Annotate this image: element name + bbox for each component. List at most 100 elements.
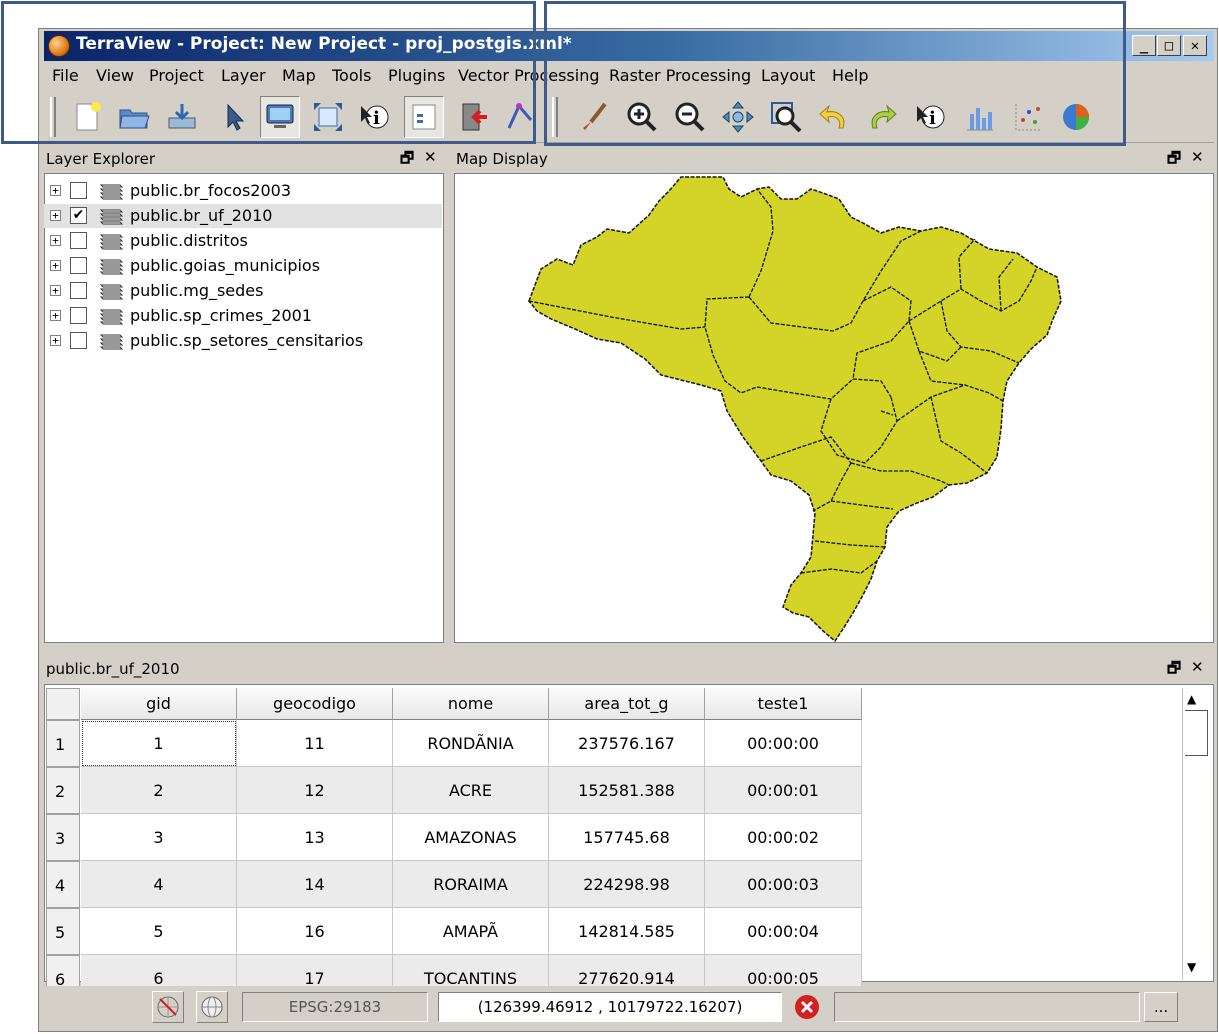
menu-project[interactable]: Project xyxy=(149,66,204,85)
column-header-geocodigo[interactable]: geocodigo xyxy=(237,688,393,720)
expand-icon[interactable]: + xyxy=(50,335,61,346)
table-cell-nome[interactable]: AMAZONAS xyxy=(393,814,549,861)
layer-item[interactable]: + public.distritos xyxy=(44,229,442,253)
menu-tools[interactable]: Tools xyxy=(332,66,371,85)
layer-checkbox[interactable] xyxy=(70,232,87,249)
maximize-button[interactable]: □ xyxy=(1157,35,1181,56)
menu-layout[interactable]: Layout xyxy=(761,66,815,85)
layer-item[interactable]: + public.mg_sedes xyxy=(44,279,442,303)
expand-icon[interactable]: + xyxy=(50,235,61,246)
float-icon[interactable]: 🗗 xyxy=(1167,148,1181,173)
table-cell-area-tot-g[interactable]: 237576.167 xyxy=(549,720,705,767)
table-cell-nome[interactable]: ACRE xyxy=(393,767,549,814)
table-cell-nome[interactable]: RORAIMA xyxy=(393,861,549,908)
table-cell-gid[interactable]: 4 xyxy=(81,861,237,908)
menu-help[interactable]: Help xyxy=(832,66,868,85)
layer-checkbox[interactable] xyxy=(70,307,87,324)
layer-checkbox[interactable] xyxy=(70,282,87,299)
minimize-button[interactable]: _ xyxy=(1132,35,1156,56)
close-icon[interactable]: ✕ xyxy=(424,148,437,166)
more-button[interactable]: ... xyxy=(1144,992,1178,1022)
scatter-icon[interactable] xyxy=(1008,96,1048,138)
table-cell-gid[interactable]: 1 xyxy=(81,720,237,767)
table-cell-gid[interactable]: 5 xyxy=(81,908,237,955)
menu-map[interactable]: Map xyxy=(282,66,316,85)
table-cell-area-tot-g[interactable]: 224298.98 xyxy=(549,861,705,908)
table-cell-teste1[interactable]: 00:00:03 xyxy=(705,861,862,908)
column-header-area-tot-g[interactable]: area_tot_g xyxy=(549,688,705,720)
table-cell-teste1[interactable]: 00:00:04 xyxy=(705,908,862,955)
layer-item[interactable]: + public.sp_crimes_2001 xyxy=(44,304,442,328)
menu-file[interactable]: File xyxy=(52,66,79,85)
column-header-gid[interactable]: gid xyxy=(81,688,237,720)
menu-plugins[interactable]: Plugins xyxy=(388,66,445,85)
zoom-in-icon[interactable] xyxy=(622,96,662,138)
layer-checkbox[interactable] xyxy=(70,332,87,349)
row-header[interactable]: 2 xyxy=(46,767,80,814)
close-button[interactable]: ✕ xyxy=(1183,35,1207,56)
select-pointer-icon[interactable] xyxy=(214,96,254,138)
column-header-teste1[interactable]: teste1 xyxy=(705,688,862,720)
close-icon[interactable]: ✕ xyxy=(1191,148,1204,166)
row-header[interactable]: 3 xyxy=(46,814,80,861)
menu-view[interactable]: View xyxy=(96,66,134,85)
expand-icon[interactable]: + xyxy=(50,285,61,296)
layer-checkbox[interactable] xyxy=(70,257,87,274)
zoom-area-icon[interactable] xyxy=(766,96,806,138)
layer-item[interactable]: + public.sp_setores_censitarios xyxy=(44,329,442,353)
row-header[interactable]: 1 xyxy=(46,720,80,767)
save-project-icon[interactable] xyxy=(162,96,202,138)
table-cell-area-tot-g[interactable]: 152581.388 xyxy=(549,767,705,814)
toolbar-grip-2[interactable] xyxy=(552,97,558,137)
float-icon[interactable]: 🗗 xyxy=(1167,658,1181,683)
table-cell-geocodigo[interactable]: 14 xyxy=(237,861,393,908)
column-header-nome[interactable]: nome xyxy=(393,688,549,720)
menu-raster-processing[interactable]: Raster Processing xyxy=(609,66,751,85)
redo-icon[interactable] xyxy=(862,96,902,138)
zoom-extent-icon[interactable] xyxy=(308,96,348,138)
scroll-down-icon[interactable]: ▼ xyxy=(1187,960,1196,974)
float-icon[interactable]: 🗗 xyxy=(400,148,414,173)
scroll-up-icon[interactable]: ▲ xyxy=(1187,692,1196,706)
table-cell-gid[interactable]: 3 xyxy=(81,814,237,861)
row-header[interactable]: 5 xyxy=(46,908,80,955)
table-cell-area-tot-g[interactable]: 157745.68 xyxy=(549,814,705,861)
layer-checkbox[interactable] xyxy=(70,182,87,199)
measure-icon[interactable] xyxy=(500,96,540,138)
expand-icon[interactable]: + xyxy=(50,260,61,271)
brush-icon[interactable] xyxy=(574,96,614,138)
no-srs-icon[interactable] xyxy=(152,991,184,1023)
menu-layer[interactable]: Layer xyxy=(221,66,266,85)
expand-icon[interactable]: + xyxy=(50,210,61,221)
table-cell-nome[interactable]: RONDÃNIA xyxy=(393,720,549,767)
error-icon[interactable] xyxy=(792,992,822,1022)
toolbar-grip[interactable] xyxy=(50,97,56,137)
table-cell-gid[interactable]: 2 xyxy=(81,767,237,814)
table-cell-teste1[interactable]: 00:00:00 xyxy=(705,720,862,767)
info-tool-icon[interactable]: i xyxy=(910,96,950,138)
histogram-icon[interactable] xyxy=(960,96,1000,138)
expand-icon[interactable]: + xyxy=(50,185,61,196)
table-cell-geocodigo[interactable]: 13 xyxy=(237,814,393,861)
layer-list-icon[interactable] xyxy=(404,96,444,138)
table-cell-geocodigo[interactable]: 11 xyxy=(237,720,393,767)
scroll-thumb[interactable] xyxy=(1185,710,1208,756)
open-project-icon[interactable] xyxy=(114,96,154,138)
row-header[interactable]: 4 xyxy=(46,861,80,908)
srs-field[interactable]: EPSG:29183 xyxy=(242,992,428,1022)
globe-icon[interactable] xyxy=(196,991,228,1023)
menu-vector-processing[interactable]: Vector Processing xyxy=(458,66,600,85)
table-cell-nome[interactable]: AMAPÃ xyxy=(393,908,549,955)
table-cell-area-tot-g[interactable]: 142814.585 xyxy=(549,908,705,955)
table-cell-teste1[interactable]: 00:00:01 xyxy=(705,767,862,814)
layer-checkbox[interactable]: ✔ xyxy=(70,207,87,224)
vertical-scrollbar[interactable]: ▲ ▼ xyxy=(1182,688,1210,980)
table-corner[interactable] xyxy=(46,688,80,720)
layer-item[interactable]: + ✔ public.br_uf_2010 xyxy=(44,204,442,228)
table-cell-geocodigo[interactable]: 12 xyxy=(237,767,393,814)
exit-icon[interactable] xyxy=(454,96,494,138)
layer-item[interactable]: + public.goias_municipios xyxy=(44,254,442,278)
layer-item[interactable]: + public.br_focos2003 xyxy=(44,179,442,203)
expand-icon[interactable]: + xyxy=(50,310,61,321)
zoom-out-icon[interactable] xyxy=(670,96,710,138)
